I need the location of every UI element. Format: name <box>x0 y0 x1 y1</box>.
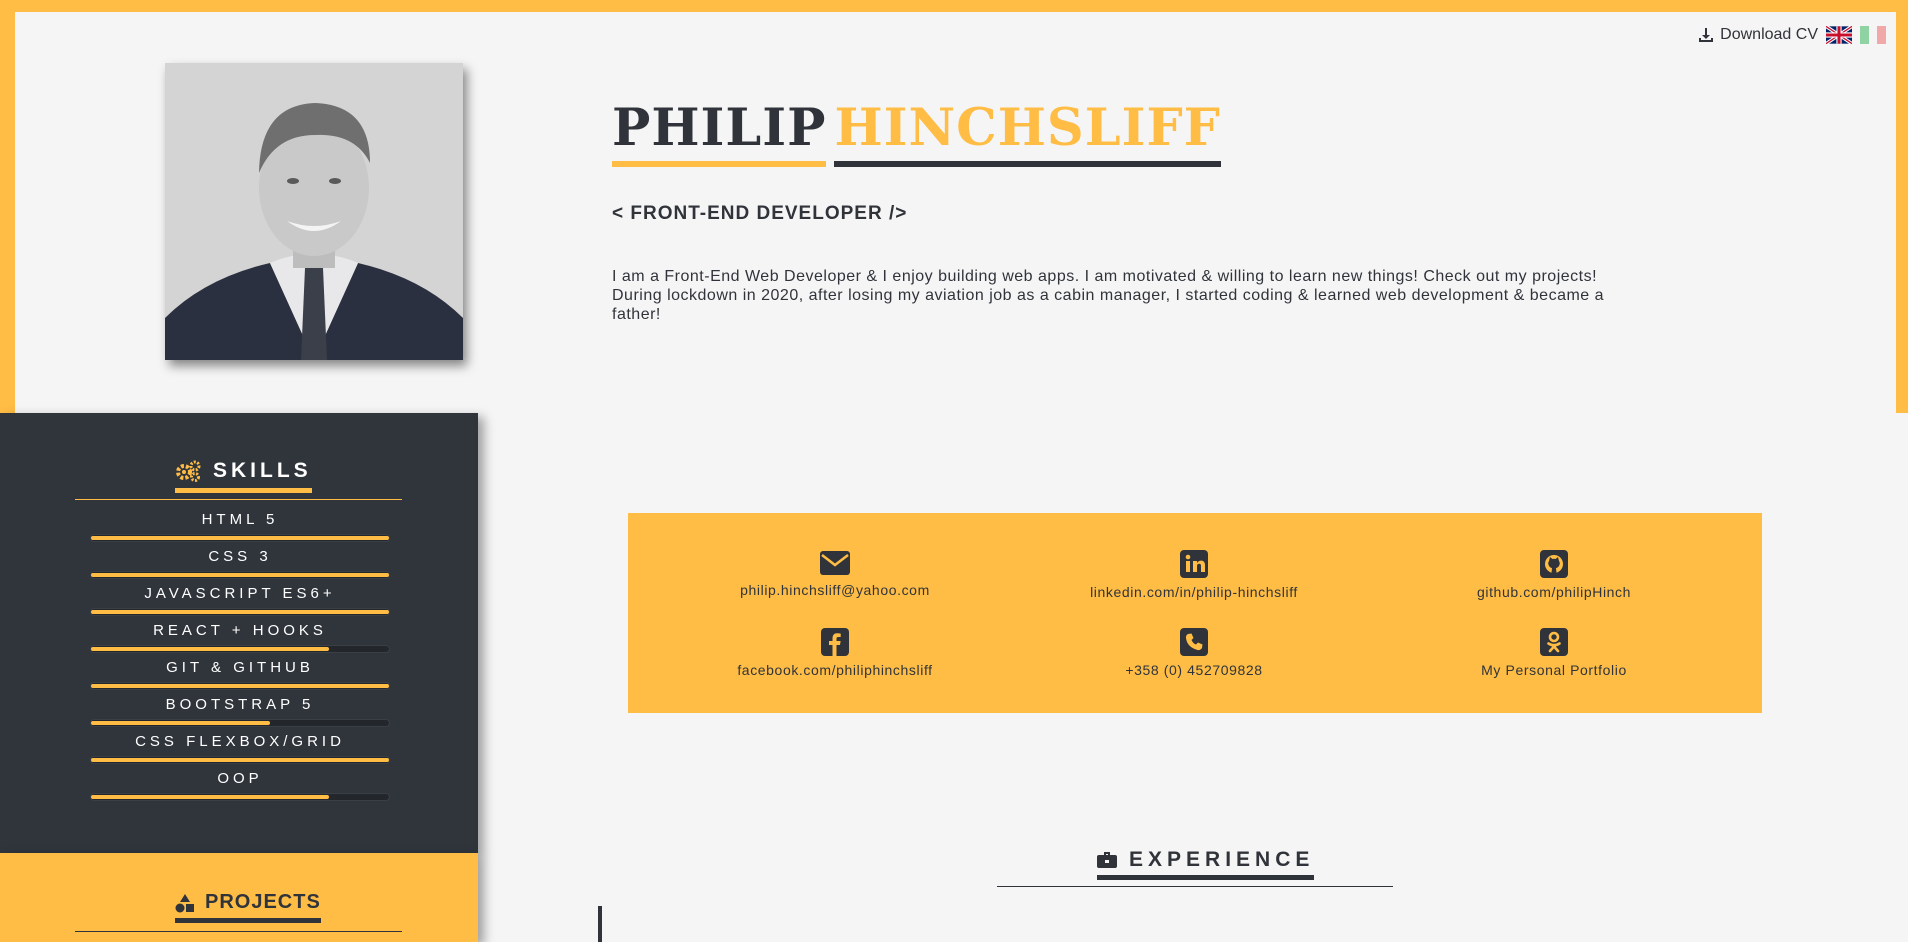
download-cv-link[interactable]: Download CV <box>1698 26 1818 44</box>
skill-bar-fill <box>91 610 389 614</box>
profile-photo <box>165 63 463 360</box>
skill-label: CSS FLEXBOX/GRID <box>135 733 345 750</box>
skill-item: HTML 5 <box>90 511 390 542</box>
contact-phone-text: +358 (0) 452709828 <box>1125 662 1263 678</box>
italy-flag-icon[interactable] <box>1860 26 1887 44</box>
skill-bar-fill <box>91 647 330 651</box>
gears-icon <box>176 460 201 482</box>
left-frame-bar <box>0 0 15 413</box>
skill-item: GIT & GITHUB <box>90 659 390 690</box>
contact-phone-link[interactable]: +358 (0) 452709828 <box>1044 628 1344 678</box>
contact-email-text: philip.hinchsliff@yahoo.com <box>740 582 930 598</box>
bio-text: I am a Front-End Web Developer & I enjoy… <box>612 267 1652 324</box>
contact-portfolio-link[interactable]: My Personal Portfolio <box>1404 628 1704 678</box>
skill-bar-fill <box>91 795 330 799</box>
page-title: PHILIP HINCHSLIFF <box>612 98 1221 167</box>
contact-github-link[interactable]: github.com/philipHinch <box>1404 550 1704 600</box>
skill-label: CSS 3 <box>208 548 272 565</box>
contact-portfolio-text: My Personal Portfolio <box>1481 662 1627 678</box>
contact-github-text: github.com/philipHinch <box>1476 584 1632 600</box>
projects-title: PROJECTS <box>205 891 321 913</box>
odnoklassniki-icon <box>1540 628 1568 656</box>
contact-linkedin-text: linkedin.com/in/philip-hinchsliff <box>1090 584 1298 600</box>
skill-bar <box>90 534 390 542</box>
skill-bar-fill <box>91 684 389 688</box>
skills-title: SKILLS <box>213 459 312 482</box>
contact-panel: philip.hinchsliff@yahoo.com linkedin.com… <box>628 513 1762 713</box>
skill-bar-fill <box>91 573 389 577</box>
projects-section: PROJECTS <box>0 853 478 942</box>
skill-bar-fill <box>91 758 389 762</box>
skill-item: CSS FLEXBOX/GRID <box>90 733 390 764</box>
skill-label: GIT & GITHUB <box>166 659 314 676</box>
bio-line: During lockdown in 2020, after losing my… <box>612 287 1605 323</box>
skill-bar <box>90 793 390 801</box>
github-icon <box>1540 550 1568 578</box>
skill-label: REACT + HOOKS <box>153 622 327 639</box>
skill-label: JAVASCRIPT ES6+ <box>144 585 336 602</box>
skill-item: JAVASCRIPT ES6+ <box>90 585 390 616</box>
skill-bar <box>90 682 390 690</box>
download-icon <box>1699 28 1714 42</box>
skill-bar <box>90 756 390 764</box>
skill-bar <box>90 608 390 616</box>
skill-item: BOOTSTRAP 5 <box>90 696 390 727</box>
shapes-icon <box>175 893 194 912</box>
experience-heading: EXPERIENCE <box>997 848 1393 887</box>
first-name: PHILIP <box>612 98 827 167</box>
bio-line: I am a Front-End Web Developer & I enjoy… <box>612 268 1598 285</box>
download-cv-label: Download CV <box>1720 26 1818 43</box>
skill-label: BOOTSTRAP 5 <box>165 696 315 713</box>
facebook-icon <box>821 628 849 656</box>
top-bar: Download CV <box>1698 26 1887 44</box>
contact-linkedin-link[interactable]: linkedin.com/in/philip-hinchsliff <box>1044 550 1344 600</box>
skill-bar <box>90 719 390 727</box>
experience-timeline-line <box>598 906 602 942</box>
contact-email-link[interactable]: philip.hinchsliff@yahoo.com <box>685 550 985 598</box>
skill-item: OOP <box>90 770 390 801</box>
skill-bar <box>90 645 390 653</box>
experience-title: EXPERIENCE <box>1129 848 1315 871</box>
skill-bar <box>90 571 390 579</box>
skills-sidebar: SKILLS HTML 5 CSS 3 JAVASCRIPT ES6+ REAC… <box>0 413 478 853</box>
briefcase-icon <box>1097 852 1117 868</box>
envelope-icon <box>820 551 850 575</box>
uk-flag-icon[interactable] <box>1826 26 1852 44</box>
skills-heading: SKILLS <box>75 449 402 500</box>
phone-icon <box>1180 628 1208 656</box>
skill-item: CSS 3 <box>90 548 390 579</box>
skill-label: HTML 5 <box>201 511 279 528</box>
job-title: < FRONT-END DEVELOPER /> <box>612 203 908 224</box>
projects-heading: PROJECTS <box>75 891 402 932</box>
skill-bar-fill <box>91 536 389 540</box>
skill-item: REACT + HOOKS <box>90 622 390 653</box>
right-frame-bar <box>1896 0 1908 413</box>
top-frame-bar <box>0 0 1908 12</box>
skill-label: OOP <box>217 770 263 787</box>
contact-facebook-link[interactable]: facebook.com/philiphinchsliff <box>685 628 985 678</box>
linkedin-icon <box>1180 550 1208 578</box>
contact-facebook-text: facebook.com/philiphinchsliff <box>737 662 933 678</box>
skill-bar-fill <box>91 721 270 725</box>
last-name: HINCHSLIFF <box>834 98 1221 167</box>
